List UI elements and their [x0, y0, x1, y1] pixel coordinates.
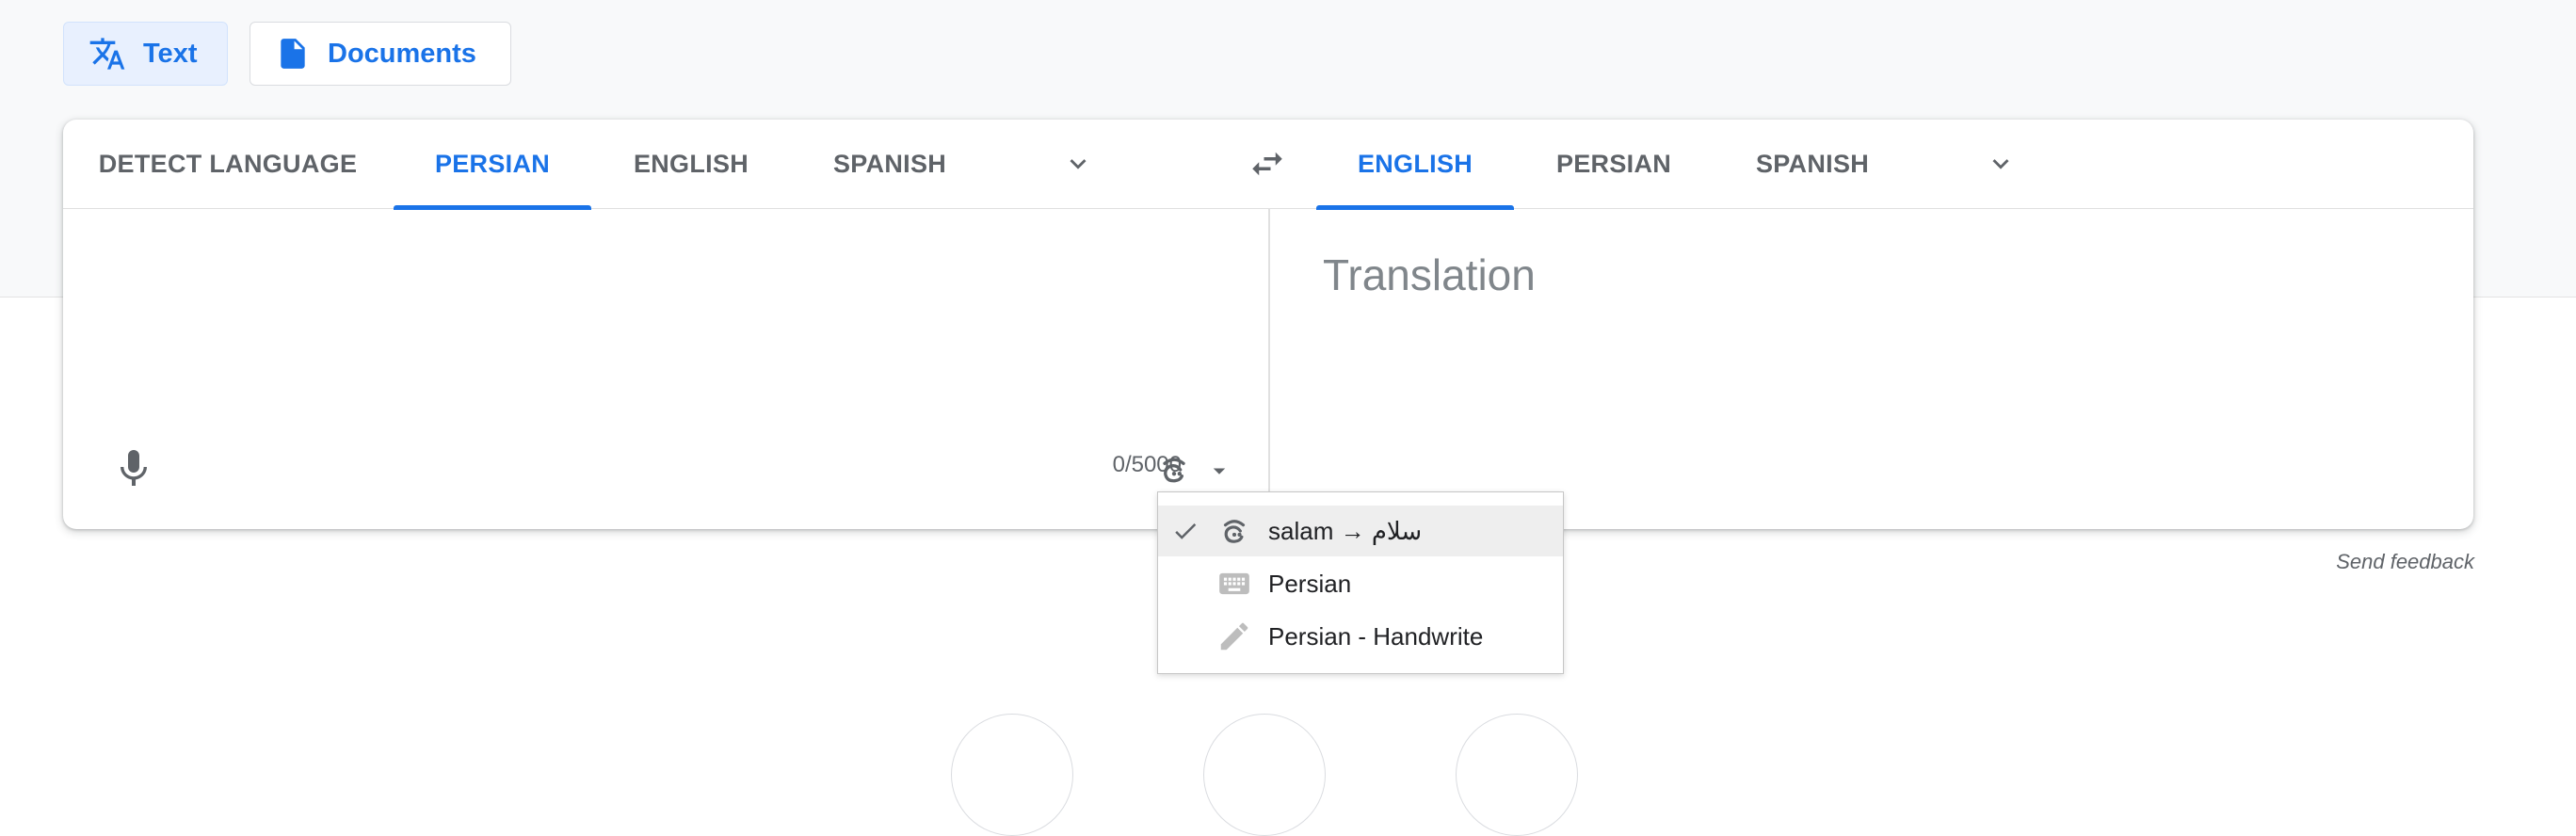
- checkmark-icon: [1171, 517, 1199, 545]
- translate-icon: [89, 35, 126, 72]
- menu-item-persian-handwrite[interactable]: Persian - Handwrite: [1158, 611, 1563, 662]
- send-feedback-link[interactable]: Send feedback: [2297, 550, 2474, 574]
- translation-placeholder: Translation: [1323, 250, 1536, 299]
- target-tab-english[interactable]: ENGLISH: [1316, 120, 1514, 210]
- microphone-icon[interactable]: [111, 446, 156, 491]
- source-tab-english[interactable]: ENGLISH: [592, 120, 790, 208]
- target-tab-persian[interactable]: PERSIAN: [1515, 120, 1713, 208]
- menu-item-label: salam → سلام: [1268, 516, 1423, 545]
- input-tools-dropdown-caret-icon[interactable]: [1205, 457, 1233, 485]
- pencil-icon: [1216, 619, 1252, 654]
- menu-item-label: Persian: [1268, 569, 1352, 598]
- input-tools-menu: salam → سلام Persian Persian - Handwrite: [1157, 491, 1564, 674]
- pane-divider: [1268, 208, 1270, 529]
- source-text-area[interactable]: [63, 210, 1268, 431]
- source-tab-persian[interactable]: PERSIAN: [394, 120, 591, 210]
- menu-item-transliteration[interactable]: salam → سلام: [1158, 506, 1563, 556]
- swap-languages-icon[interactable]: [1248, 144, 1287, 184]
- target-tab-label: PERSIAN: [1555, 149, 1672, 178]
- documents-mode-label: Documents: [328, 38, 476, 69]
- transliteration-icon: [1216, 513, 1252, 549]
- source-tab-label: DETECT LANGUAGE: [98, 149, 358, 178]
- target-tab-label: ENGLISH: [1357, 149, 1473, 178]
- target-tab-spanish[interactable]: SPANISH: [1714, 120, 1911, 208]
- target-more-languages-chevron-down-icon[interactable]: [1985, 148, 2017, 180]
- contribute-button[interactable]: [1456, 714, 1578, 836]
- source-tab-detect-language[interactable]: DETECT LANGUAGE: [63, 120, 393, 208]
- document-icon: [275, 35, 311, 72]
- target-tab-label: SPANISH: [1755, 149, 1870, 178]
- text-mode-label: Text: [143, 38, 198, 69]
- saved-button[interactable]: [1203, 714, 1326, 836]
- source-more-languages-chevron-down-icon[interactable]: [1062, 148, 1094, 180]
- text-mode-button[interactable]: Text: [63, 22, 228, 86]
- source-tab-spanish[interactable]: SPANISH: [791, 120, 989, 208]
- transliteration-icon[interactable]: [1155, 451, 1193, 489]
- documents-mode-button[interactable]: Documents: [250, 22, 511, 86]
- keyboard-icon: [1216, 566, 1252, 602]
- menu-item-persian-keyboard[interactable]: Persian: [1158, 558, 1563, 609]
- translator-card: DETECT LANGUAGE PERSIAN ENGLISH SPANISH …: [63, 120, 2473, 529]
- source-tab-label: PERSIAN: [434, 149, 551, 178]
- menu-item-label: Persian - Handwrite: [1268, 621, 1484, 651]
- source-tab-label: ENGLISH: [633, 149, 749, 178]
- history-button[interactable]: [951, 714, 1073, 836]
- language-bar: DETECT LANGUAGE PERSIAN ENGLISH SPANISH …: [63, 120, 2473, 210]
- source-tab-label: SPANISH: [832, 149, 947, 178]
